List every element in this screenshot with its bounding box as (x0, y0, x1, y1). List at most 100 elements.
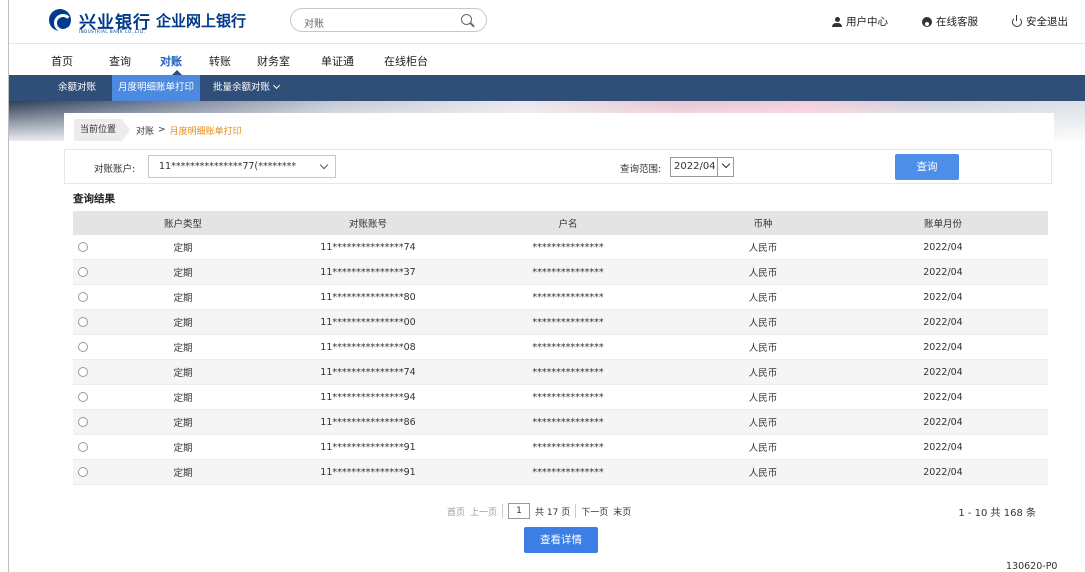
table-row[interactable]: 定期 11***************00 *************** 人民币 2… (73, 310, 1048, 335)
pager-divider (502, 504, 504, 518)
cell-statement-month: 2022/04 (923, 366, 963, 378)
cell-currency: 人民币 (748, 243, 778, 254)
filter-bar: 对账账户: 11***************77(******** 查询范围:… (64, 149, 1052, 184)
row-select-radio[interactable] (78, 467, 88, 477)
cell-statement-month: 2022/04 (923, 241, 963, 253)
cell-account-name: *************** (532, 316, 604, 328)
cell-account-type: 定期 (173, 393, 193, 404)
row-select-radio[interactable] (78, 417, 88, 427)
view-detail-button[interactable]: 查看详情 (524, 527, 598, 553)
table-row[interactable]: 定期 11***************08 *************** 人民币 2… (73, 335, 1048, 360)
table-row[interactable]: 定期 11***************94 *************** 人民币 2… (73, 385, 1048, 410)
cell-currency: 人民币 (748, 443, 778, 454)
user-center-link[interactable]: 用户中心 (832, 14, 888, 29)
chevron-down-icon (319, 160, 329, 170)
table-row[interactable]: 定期 11***************74 *************** 人民币 2… (73, 360, 1048, 385)
column-header-account-number: 对账账号 (348, 219, 387, 230)
breadcrumb-separator: > (158, 125, 166, 135)
month-select[interactable]: 2022/04 (670, 157, 734, 177)
nav-item-query[interactable]: 查询 (109, 53, 131, 69)
last-page-link[interactable]: 末页 (613, 505, 631, 518)
cell-currency: 人民币 (748, 393, 778, 404)
results-table: 账户类型 对账账号 户名 币种 账单月份 定期 11***************… (73, 211, 1048, 485)
nav-item-finance[interactable]: 财务室 (257, 53, 290, 69)
user-center-label: 用户中心 (846, 16, 888, 28)
cell-account-name: *************** (532, 391, 604, 403)
row-select-radio[interactable] (78, 242, 88, 252)
breadcrumb-section[interactable]: 对账 (136, 124, 154, 137)
table-row[interactable]: 定期 11***************91 *************** 人民币 2… (73, 435, 1048, 460)
subnav-item-batch-balance[interactable]: 批量余额对账 (207, 75, 285, 101)
table-row[interactable]: 定期 11***************80 *************** 人民币 2… (73, 285, 1048, 310)
cell-currency: 人民币 (748, 468, 778, 479)
nav-item-home[interactable]: 首页 (51, 53, 73, 69)
row-select-radio[interactable] (78, 392, 88, 402)
subnav-item-balance[interactable]: 余额对账 (52, 75, 102, 101)
cell-account-number: 11***************37 (320, 266, 416, 278)
row-select-radio[interactable] (78, 442, 88, 452)
bank-name-en: INDUSTRIAL BANK CO.,LTD. (79, 29, 146, 34)
nav-item-transfer[interactable]: 转账 (209, 53, 231, 69)
cell-account-type: 定期 (173, 343, 193, 354)
online-service-link[interactable]: 在线客服 (922, 14, 978, 29)
first-page-link[interactable]: 首页 (447, 505, 465, 518)
cell-statement-month: 2022/04 (923, 316, 963, 328)
user-icon (832, 16, 842, 27)
account-select-value: 11***************77(******** (159, 161, 297, 172)
online-service-label: 在线客服 (936, 16, 978, 28)
row-radio-cell (73, 260, 93, 284)
row-select-radio[interactable] (78, 292, 88, 302)
total-pages: 共 17 页 (535, 507, 571, 518)
nav-item-reconcile[interactable]: 对账 (160, 53, 182, 69)
cell-statement-month: 2022/04 (923, 291, 963, 303)
search-box[interactable]: 对账 (290, 8, 487, 32)
range-label: 查询范围: (620, 164, 662, 175)
cell-account-type: 定期 (173, 293, 193, 304)
logout-link[interactable]: 安全退出 (1012, 14, 1068, 29)
subnav-item-monthly-print[interactable]: 月度明细账单打印 (112, 75, 201, 101)
cell-account-type: 定期 (173, 243, 193, 254)
prev-page-link[interactable]: 上一页 (470, 505, 497, 518)
row-select-radio[interactable] (78, 267, 88, 277)
cell-account-type: 定期 (173, 443, 193, 454)
query-button[interactable]: 查询 (895, 154, 959, 180)
cell-account-number: 11***************91 (320, 441, 416, 453)
cell-account-number: 11***************74 (320, 241, 416, 253)
subnav-batch-label: 批量余额对账 (213, 82, 271, 93)
cell-account-name: *************** (532, 341, 604, 353)
cell-account-name: *************** (532, 266, 604, 278)
account-select[interactable]: 11***************77(******** (148, 155, 336, 178)
column-header-statement-month: 账单月份 (923, 219, 962, 230)
cell-currency: 人民币 (748, 318, 778, 329)
cell-account-name: *************** (532, 366, 604, 378)
row-radio-cell (73, 435, 93, 459)
search-icon[interactable] (461, 14, 472, 25)
row-select-radio[interactable] (78, 317, 88, 327)
table-row[interactable]: 定期 11***************86 *************** 人民币 2… (73, 410, 1048, 435)
search-input[interactable]: 对账 (304, 15, 324, 30)
next-page-link[interactable]: 下一页 (581, 505, 608, 518)
row-radio-cell (73, 385, 93, 409)
row-radio-cell (73, 410, 93, 434)
table-row[interactable]: 定期 11***************91 *************** 人民币 2… (73, 460, 1048, 485)
top-links: 用户中心 在线客服 安全退出 (832, 14, 1068, 29)
breadcrumb-current: 月度明细账单打印 (169, 126, 242, 137)
row-radio-cell (73, 235, 93, 259)
row-select-radio[interactable] (78, 367, 88, 377)
bank-logo[interactable]: 兴业银行 INDUSTRIAL BANK CO.,LTD. 企业网上银行 (49, 8, 259, 36)
top-header: 兴业银行 INDUSTRIAL BANK CO.,LTD. 企业网上银行 对账 … (9, 0, 1085, 44)
table-row[interactable]: 定期 11***************74 *************** 人民币 2… (73, 235, 1048, 260)
cell-account-type: 定期 (173, 468, 193, 479)
page-number-input[interactable]: 1 (508, 503, 531, 519)
cell-account-name: *************** (532, 241, 604, 253)
cell-statement-month: 2022/04 (923, 341, 963, 353)
table-row[interactable]: 定期 11***************37 *************** 人民币 2… (73, 260, 1048, 285)
cell-account-number: 11***************91 (320, 466, 416, 478)
row-select-radio[interactable] (78, 342, 88, 352)
bank-logo-icon (49, 9, 72, 32)
nav-item-documents[interactable]: 单证通 (321, 53, 354, 69)
logout-label: 安全退出 (1026, 16, 1068, 28)
column-header-account-name: 户名 (558, 219, 578, 230)
chevron-down-icon[interactable] (717, 158, 733, 176)
nav-item-online-counter[interactable]: 在线柜台 (384, 53, 428, 69)
